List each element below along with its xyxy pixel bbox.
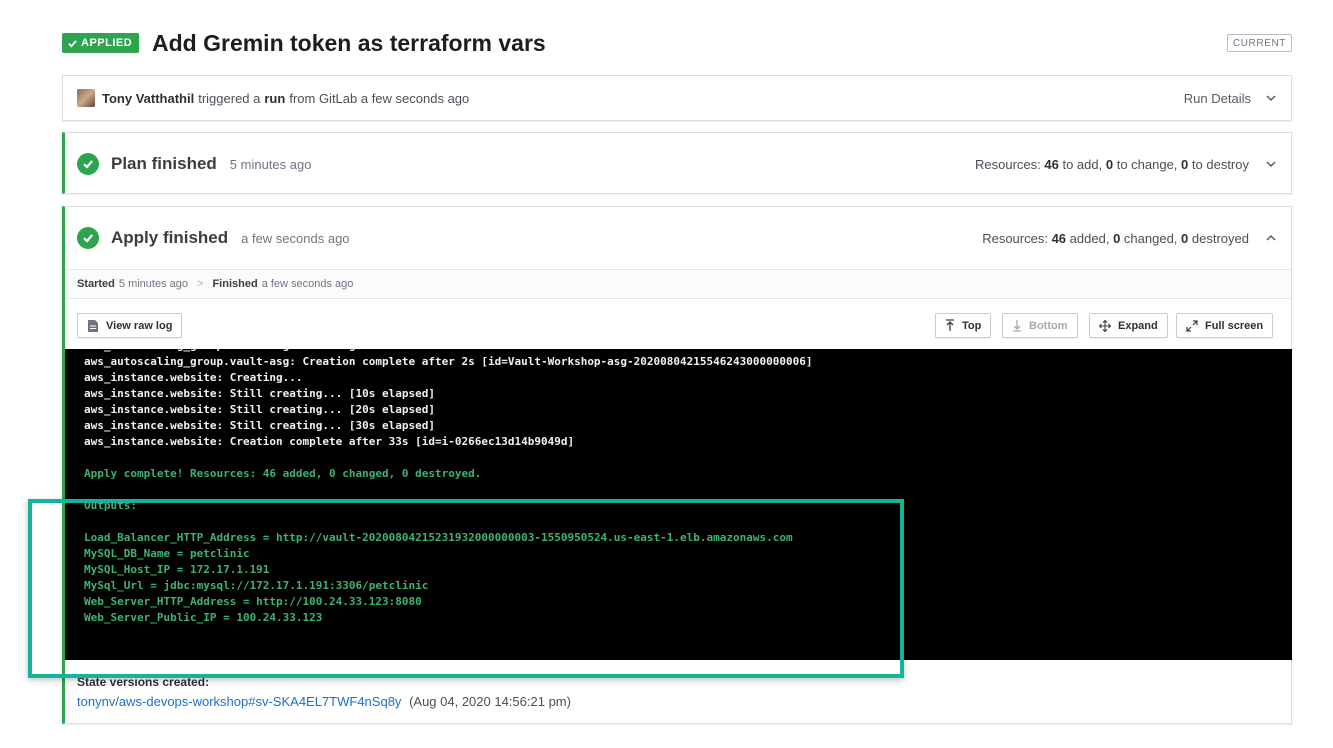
run-trigger-card: Tony Vatthathil triggered a run from Git… bbox=[62, 75, 1292, 121]
plan-add-text: to add, bbox=[1062, 156, 1103, 172]
finished-time: a few seconds ago bbox=[261, 278, 354, 290]
trigger-text: triggered a bbox=[198, 90, 261, 106]
trigger-source-text: from GitLab a few seconds ago bbox=[289, 90, 470, 106]
applied-status-badge: APPLIED bbox=[62, 33, 140, 53]
avatar bbox=[77, 89, 95, 107]
plan-time: 5 minutes ago bbox=[229, 156, 312, 172]
expand-button[interactable]: Expand bbox=[1089, 313, 1168, 338]
run-details-label: Run Details bbox=[1183, 90, 1251, 106]
run-word: run bbox=[264, 90, 286, 106]
chevron-down-icon[interactable] bbox=[1265, 158, 1277, 170]
chevron-up-icon[interactable] bbox=[1265, 232, 1277, 244]
trigger-user[interactable]: Tony Vatthathil bbox=[102, 91, 194, 106]
apply-title: Apply finished bbox=[111, 228, 229, 247]
full-screen-icon bbox=[1186, 319, 1198, 332]
log-toolbar: View raw log Top Bottom Expand Full scre… bbox=[65, 299, 1291, 349]
finished-label: Finished bbox=[212, 278, 258, 290]
apply-success-icon bbox=[77, 227, 99, 249]
outputs-highlight-box bbox=[28, 499, 904, 678]
plan-phase-card[interactable]: Plan finished 5 minutes ago Resources: 4… bbox=[62, 132, 1292, 194]
apply-resources: Resources: 46 added, 0 changed, 0 destro… bbox=[982, 231, 1277, 246]
state-version-row: tonynv/aws-devops-workshop#sv-SKA4EL7TWF… bbox=[77, 694, 571, 709]
document-icon bbox=[88, 319, 98, 332]
plan-change-text: to change, bbox=[1116, 156, 1178, 172]
scroll-top-label: Top bbox=[962, 319, 982, 332]
log-line: aws_instance.website: Still creating... … bbox=[84, 419, 435, 432]
apply-destroyed-count: 0 bbox=[1181, 230, 1189, 246]
applied-badge-label: APPLIED bbox=[81, 37, 133, 49]
state-version-link[interactable]: tonynv/aws-devops-workshop#sv-SKA4EL7TWF… bbox=[77, 694, 401, 709]
expand-label: Expand bbox=[1118, 319, 1158, 332]
full-screen-label: Full screen bbox=[1205, 319, 1264, 332]
log-line: Apply complete! Resources: 46 added, 0 c… bbox=[84, 467, 482, 480]
log-line: aws_autoscaling_group.vault-asg: Creatio… bbox=[84, 355, 813, 368]
arrow-to-top-icon bbox=[946, 319, 954, 331]
chevron-down-icon bbox=[1266, 95, 1276, 102]
plan-title: Plan finished bbox=[111, 154, 217, 173]
plan-change-count: 0 bbox=[1105, 156, 1114, 172]
run-header: APPLIED Add Gremin token as terraform va… bbox=[62, 30, 1292, 58]
state-version-date: (Aug 04, 2020 14:56:21 pm) bbox=[409, 694, 571, 709]
full-screen-button[interactable]: Full screen bbox=[1176, 313, 1274, 338]
arrow-to-bottom-icon bbox=[1013, 320, 1021, 332]
started-time: 5 minutes ago bbox=[118, 278, 189, 290]
view-raw-log-button[interactable]: View raw log bbox=[77, 313, 183, 338]
apply-timing-row: Started 5 minutes ago > Finished a few s… bbox=[65, 269, 1291, 299]
apply-changed-text: changed, bbox=[1123, 230, 1178, 246]
scroll-bottom-button[interactable]: Bottom bbox=[1002, 313, 1078, 338]
log-line: aws_instance.website: Creating... bbox=[84, 371, 303, 384]
view-raw-log-label: View raw log bbox=[106, 319, 173, 332]
check-icon bbox=[68, 39, 77, 48]
expand-icon bbox=[1099, 319, 1111, 332]
apply-added-text: added, bbox=[1069, 230, 1110, 246]
plan-success-icon bbox=[77, 153, 99, 175]
scroll-top-button[interactable]: Top bbox=[935, 313, 992, 338]
log-line: aws_instance.website: Creation complete … bbox=[84, 435, 575, 448]
plan-resources-label: Resources: bbox=[974, 156, 1041, 172]
current-badge: CURRENT bbox=[1226, 34, 1292, 52]
plan-destroy-count: 0 bbox=[1181, 156, 1189, 172]
apply-destroyed-text: destroyed bbox=[1191, 230, 1249, 246]
apply-time: a few seconds ago bbox=[241, 230, 350, 246]
scroll-bottom-label: Bottom bbox=[1029, 319, 1068, 332]
plan-add-count: 46 bbox=[1044, 156, 1059, 172]
log-line: aws_instance.website: Still creating... … bbox=[84, 403, 435, 416]
apply-added-count: 46 bbox=[1051, 230, 1067, 246]
apply-phase-header[interactable]: Apply finished a few seconds ago Resourc… bbox=[65, 207, 1291, 269]
plan-phase-header[interactable]: Plan finished 5 minutes ago Resources: 4… bbox=[65, 133, 1291, 195]
apply-changed-count: 0 bbox=[1113, 230, 1121, 246]
plan-destroy-text: to destroy bbox=[1191, 156, 1249, 172]
apply-resources-label: Resources: bbox=[982, 230, 1048, 246]
started-label: Started bbox=[77, 278, 115, 290]
page-title: Add Gremin token as terraform vars bbox=[152, 30, 546, 56]
log-line: aws_instance.website: Still creating... … bbox=[84, 387, 435, 400]
timing-separator: > bbox=[197, 278, 204, 290]
run-details-toggle[interactable]: Run Details bbox=[1184, 91, 1277, 106]
plan-resources: Resources: 46 to add, 0 to change, 0 to … bbox=[975, 157, 1277, 172]
